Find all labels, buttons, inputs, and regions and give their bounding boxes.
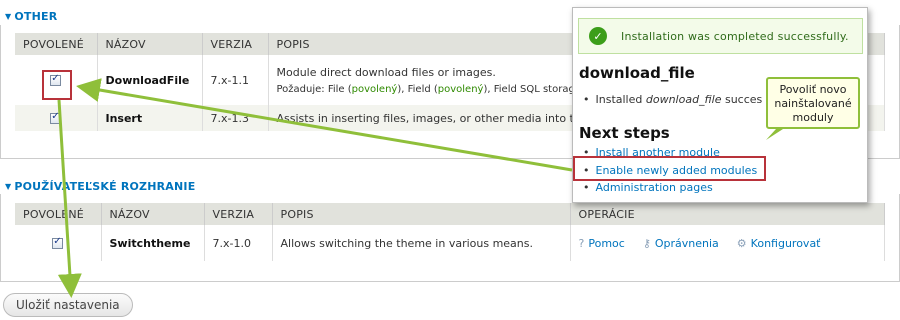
checkbox-highlight (42, 70, 72, 100)
link-highlight (573, 156, 766, 181)
status-message: ✓ Installation was completed successfull… (578, 18, 863, 54)
operations-cell: ? Pomoc ⚷ Oprávnenia ⚙ Konfigurovať (570, 225, 885, 261)
module-description: Allows switching the theme in various me… (272, 225, 571, 261)
col-header-enabled[interactable]: POVOLENÉ (15, 203, 102, 225)
next-steps-heading: Next steps (579, 124, 670, 142)
help-icon: ? (578, 236, 585, 250)
section-legend-other[interactable]: ▼ OTHER (5, 10, 57, 23)
enable-checkbox-switchtheme[interactable] (52, 236, 64, 249)
installed-item: Installed download_file succes (583, 93, 763, 106)
check-icon: ✓ (589, 27, 607, 45)
module-name: DownloadFile (97, 55, 203, 105)
module-version: 7.x-1.3 (202, 105, 269, 131)
section-legend-ui-label: POUŽÍVATEĽSKÉ ROZHRANIE (14, 180, 196, 193)
administration-pages-link[interactable]: Administration pages (596, 181, 713, 194)
gear-icon: ⚙ (736, 236, 747, 250)
annotation-callout: Povoliť novo nainštalované moduly (766, 77, 860, 129)
col-header-version[interactable]: VERZIA (204, 203, 273, 225)
col-header-name[interactable]: NÁZOV (97, 33, 203, 55)
enabled-cell (15, 225, 102, 261)
table-header: POVOLENÉ NÁZOV VERZIA POPIS OPERÁCIE (15, 203, 885, 225)
help-link[interactable]: ? Pomoc (579, 237, 625, 250)
permissions-link[interactable]: ⚷ Oprávnenia (643, 237, 719, 250)
table-row: Switchtheme 7.x-1.0 Allows switching the… (15, 225, 885, 261)
section-legend-other-label: OTHER (14, 10, 58, 23)
module-name: Switchtheme (101, 225, 205, 261)
enabled-cell (15, 105, 98, 131)
col-header-operations: OPERÁCIE (570, 203, 885, 225)
collapse-triangle-icon: ▼ (5, 12, 12, 21)
overlay-title: download_file (579, 64, 695, 82)
col-header-name[interactable]: NÁZOV (101, 203, 205, 225)
col-header-version[interactable]: VERZIA (202, 33, 269, 55)
module-version: 7.x-1.0 (204, 225, 273, 261)
configure-link[interactable]: ⚙ Konfigurovať (737, 237, 821, 250)
section-legend-ui[interactable]: ▼ POUŽÍVATEĽSKÉ ROZHRANIE (5, 180, 195, 193)
module-version: 7.x-1.1 (202, 55, 269, 105)
list-item: Administration pages (583, 181, 713, 194)
col-header-description[interactable]: POPIS (272, 203, 571, 225)
enable-checkbox-insert[interactable] (50, 111, 62, 124)
collapse-triangle-icon: ▼ (5, 182, 12, 191)
module-name: Insert (97, 105, 203, 131)
modules-table-ui: POVOLENÉ NÁZOV VERZIA POPIS OPERÁCIE Swi… (15, 203, 885, 261)
key-icon: ⚷ (642, 236, 651, 250)
save-settings-button[interactable]: Uložiť nastavenia (3, 293, 133, 317)
col-header-enabled[interactable]: POVOLENÉ (15, 33, 98, 55)
